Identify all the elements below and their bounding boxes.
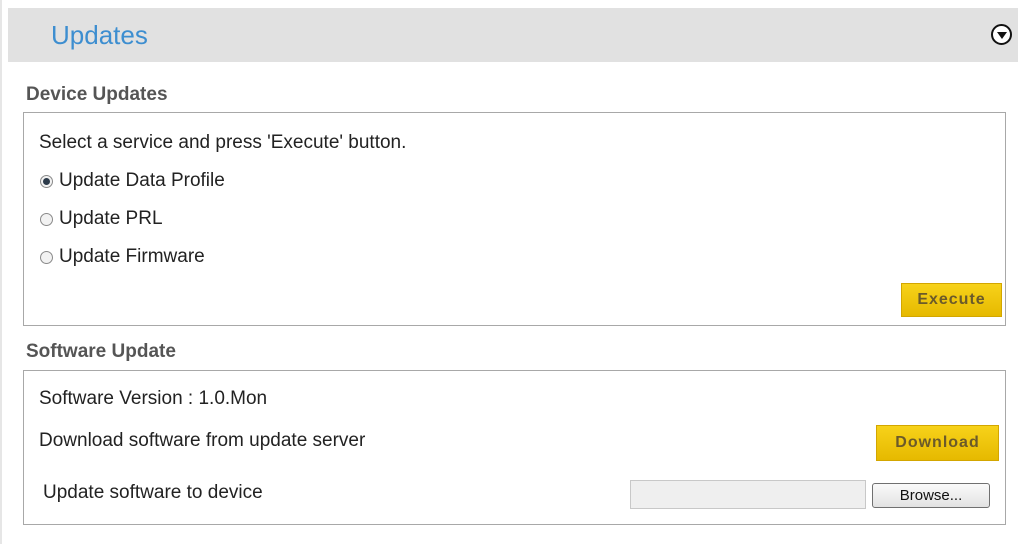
file-path-input[interactable] bbox=[630, 480, 866, 509]
updates-header[interactable]: Updates bbox=[8, 8, 1018, 62]
option-update-prl[interactable]: Update PRL bbox=[40, 207, 163, 231]
radio-update-data-profile[interactable] bbox=[40, 174, 53, 188]
radio-update-firmware[interactable] bbox=[40, 250, 53, 264]
device-updates-panel: Select a service and press 'Execute' but… bbox=[23, 112, 1006, 326]
collapse-toggle-icon[interactable] bbox=[991, 24, 1012, 45]
option-update-data-profile[interactable]: Update Data Profile bbox=[40, 169, 225, 193]
page-title: Updates bbox=[51, 20, 148, 50]
option-label: Update PRL bbox=[59, 208, 163, 229]
device-updates-instruction: Select a service and press 'Execute' but… bbox=[39, 132, 407, 153]
device-updates-title: Device Updates bbox=[26, 84, 168, 105]
execute-button[interactable]: Execute bbox=[901, 283, 1002, 317]
software-update-title: Software Update bbox=[26, 341, 176, 362]
browse-button[interactable]: Browse... bbox=[872, 483, 990, 508]
download-description: Download software from update server bbox=[39, 430, 366, 451]
software-version-text: Software Version : 1.0.Mon bbox=[39, 388, 268, 409]
option-label: Update Data Profile bbox=[59, 170, 225, 191]
option-label: Update Firmware bbox=[59, 246, 205, 267]
option-update-firmware[interactable]: Update Firmware bbox=[40, 245, 205, 269]
update-device-description: Update software to device bbox=[43, 482, 263, 503]
radio-update-prl[interactable] bbox=[40, 212, 53, 226]
download-button[interactable]: Download bbox=[876, 425, 999, 461]
left-border bbox=[0, 0, 2, 544]
software-update-panel: Software Version : 1.0.Mon Download soft… bbox=[23, 370, 1006, 525]
